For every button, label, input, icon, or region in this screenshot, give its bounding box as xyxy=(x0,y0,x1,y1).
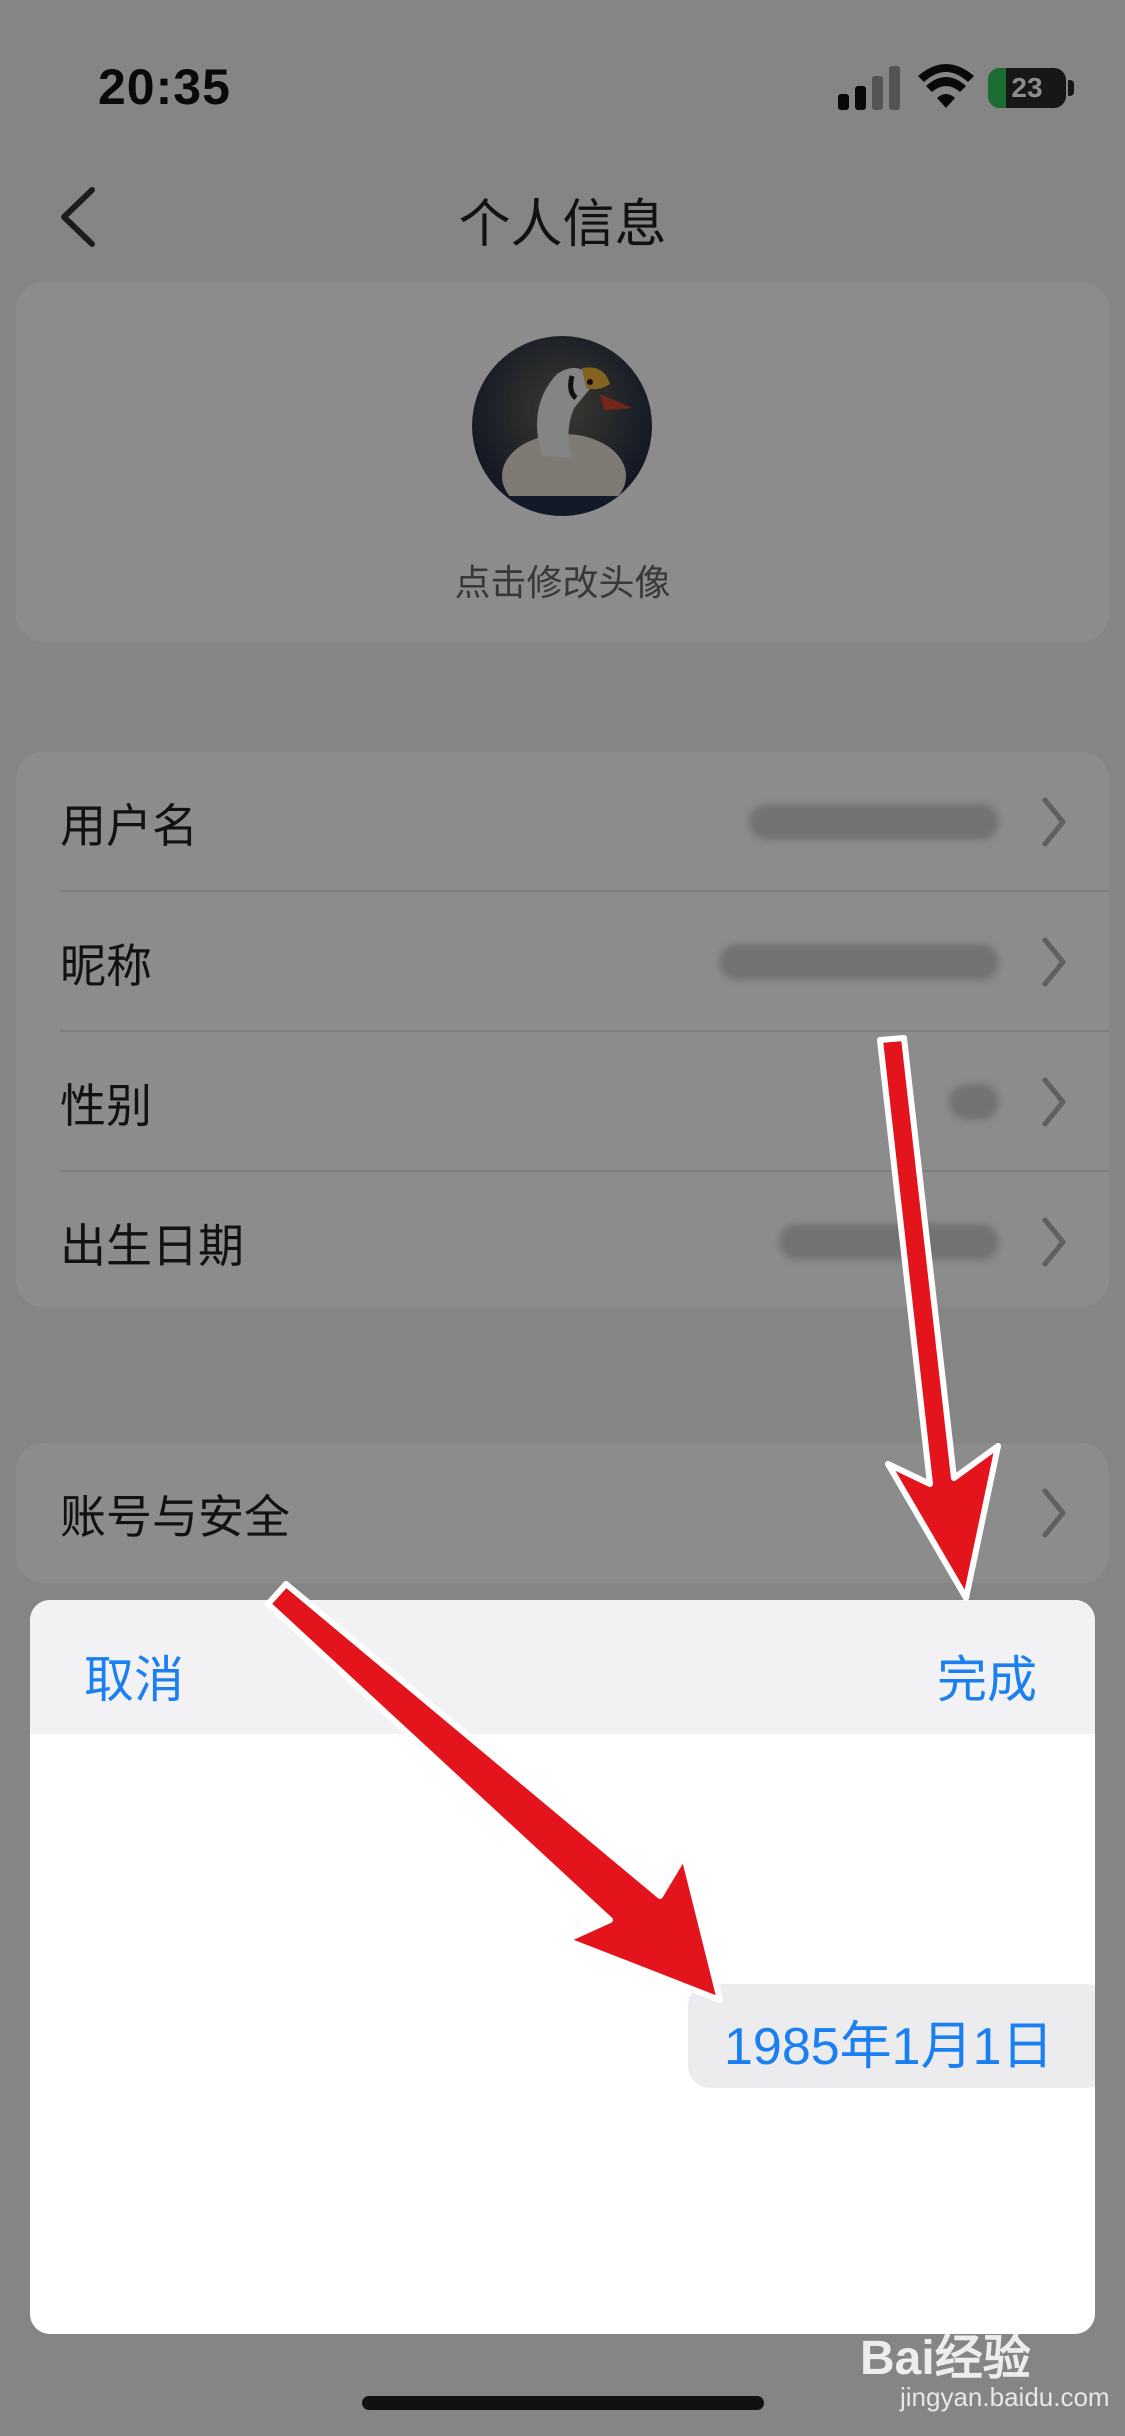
date-picker-sheet: 取消 完成 1985年1月1日 xyxy=(30,1600,1095,2334)
home-indicator[interactable] xyxy=(362,2396,764,2410)
watermark-brand: Bai经验 xyxy=(860,2332,1031,2385)
watermark-url: jingyan.baidu.com xyxy=(900,2382,1110,2412)
selected-date[interactable]: 1985年1月1日 xyxy=(724,2004,1054,2079)
done-button[interactable]: 完成 xyxy=(937,1640,1037,1712)
picker-toolbar: 取消 完成 xyxy=(30,1600,1095,1734)
cancel-button[interactable]: 取消 xyxy=(84,1640,184,1712)
